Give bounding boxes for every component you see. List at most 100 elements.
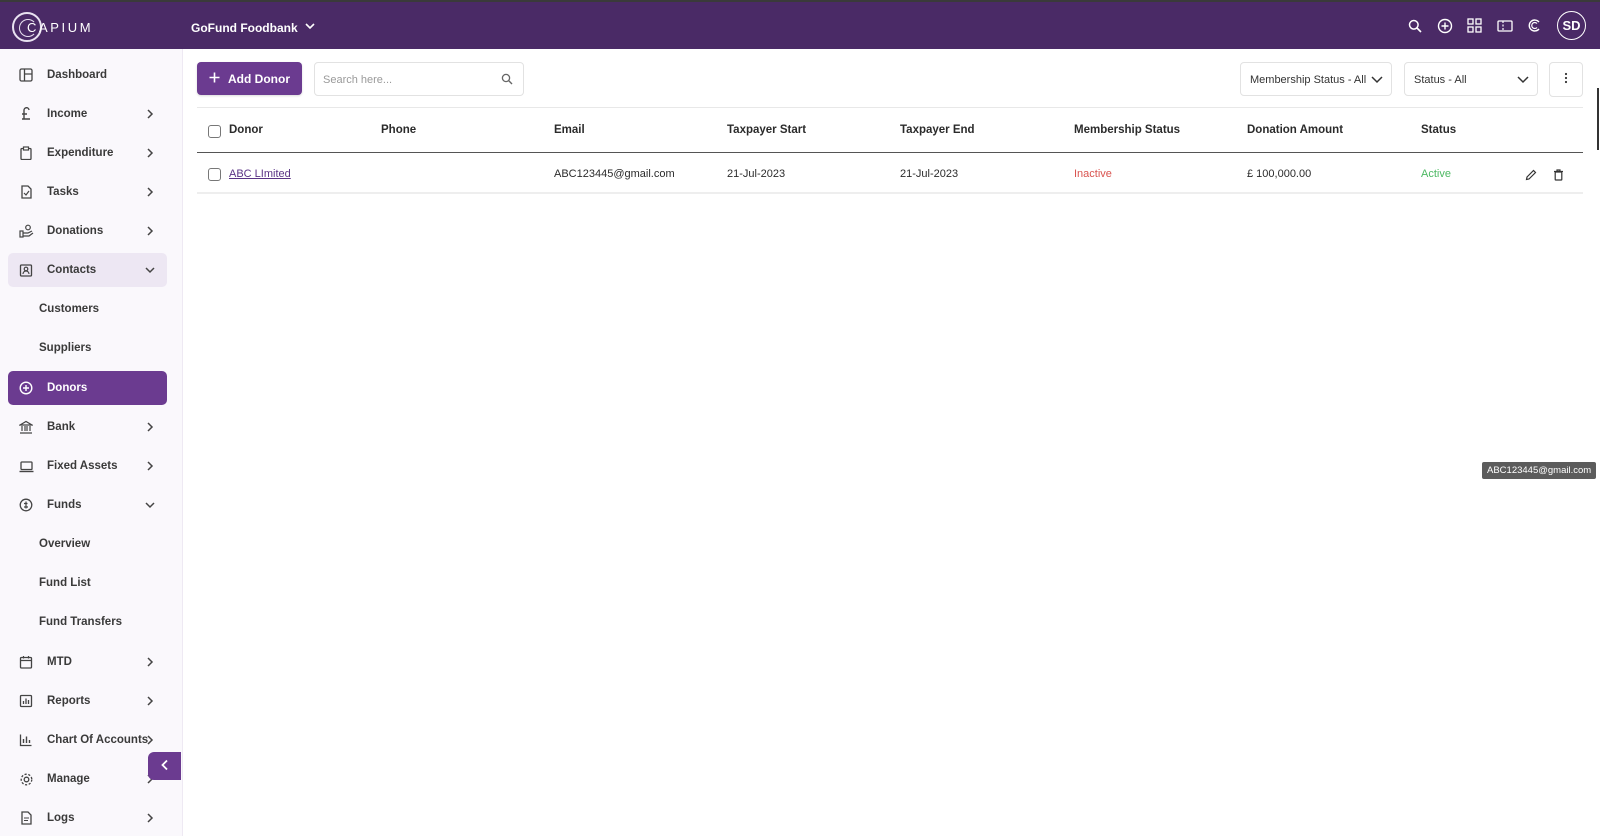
more-options-button[interactable] — [1549, 62, 1583, 97]
sidebar-item-suppliers[interactable]: Suppliers — [39, 342, 91, 354]
cell-membership-status: Inactive — [1074, 168, 1112, 180]
sidebar-item-income[interactable]: Income — [8, 97, 167, 131]
add-donor-label: Add Donor — [228, 71, 290, 86]
column-header-membership-status[interactable]: Membership Status — [1074, 124, 1180, 136]
more-vertical-icon — [1564, 72, 1568, 87]
chevron-right-icon — [143, 224, 157, 238]
column-header-email[interactable]: Email — [554, 124, 585, 136]
user-avatar[interactable]: SD — [1557, 11, 1586, 40]
sidebar-item-customers[interactable]: Customers — [39, 303, 99, 315]
add-circle-icon — [18, 380, 34, 396]
column-header-donor[interactable]: Donor — [229, 124, 263, 136]
table-top-border — [197, 107, 1583, 108]
sidebar-item-label: Reports — [47, 695, 91, 707]
pound-icon — [18, 106, 34, 122]
sidebar-item-label: MTD — [47, 656, 72, 668]
dashboard-icon — [18, 67, 34, 83]
add-donor-button[interactable]: Add Donor — [197, 62, 302, 95]
delete-icon[interactable] — [1551, 168, 1565, 182]
sidebar-item-label: Funds — [47, 499, 82, 511]
collapse-sidebar-button[interactable] — [148, 752, 181, 780]
table-row-divider — [197, 192, 1583, 194]
organisation-switcher[interactable]: GoFund Foodbank — [191, 20, 316, 35]
sidebar-item-label: Expenditure — [47, 147, 114, 159]
email-tooltip: ABC123445@gmail.com — [1482, 462, 1597, 479]
row-checkbox[interactable] — [208, 168, 221, 181]
sidebar-item-donations[interactable]: Donations — [8, 214, 167, 248]
sidebar-item-manage[interactable]: Manage — [8, 762, 167, 796]
chevron-right-icon — [143, 185, 157, 199]
column-header-status[interactable]: Status — [1421, 124, 1456, 136]
sidebar-item-donors[interactable]: Donors — [8, 371, 167, 405]
sidebar-item-reports[interactable]: Reports — [8, 684, 167, 718]
table-header-divider — [197, 152, 1583, 153]
select-all-checkbox[interactable] — [208, 125, 221, 138]
chevron-right-icon — [143, 811, 157, 825]
chevron-right-icon — [143, 146, 157, 160]
sidebar-item-fixed-assets[interactable]: Fixed Assets — [8, 449, 167, 483]
sidebar-item-bank[interactable]: Bank — [8, 410, 167, 444]
sidebar-item-fund-transfers[interactable]: Fund Transfers — [39, 616, 122, 628]
report-icon — [18, 693, 34, 709]
organisation-name: GoFund Foodbank — [191, 20, 298, 35]
logo-text: CAPIUM — [27, 20, 94, 35]
sidebar-item-label: Fixed Assets — [47, 460, 118, 472]
cell-email: ABC123445@gmail.com — [554, 168, 675, 180]
chevron-down-icon — [1517, 74, 1529, 87]
column-header-taxpayer-end[interactable]: Taxpayer End — [900, 124, 975, 136]
sidebar-item-label: Donors — [47, 382, 88, 394]
chevron-right-icon — [143, 107, 157, 121]
laptop-icon — [18, 458, 34, 474]
membership-status-filter[interactable]: Membership Status - All — [1240, 62, 1392, 96]
sidebar-item-mtd[interactable]: MTD — [8, 645, 167, 679]
contacts-icon — [18, 262, 34, 278]
sidebar-item-logs[interactable]: Logs — [8, 801, 167, 835]
cell-status: Active — [1421, 168, 1451, 180]
plus-icon — [209, 72, 220, 86]
sidebar-item-contacts[interactable]: Contacts — [8, 253, 167, 287]
chevron-right-icon — [143, 655, 157, 669]
sidebar: Dashboard Income Expenditure Tasks Donat… — [0, 49, 183, 836]
edit-icon[interactable] — [1524, 168, 1538, 182]
chevron-right-icon — [143, 694, 157, 708]
sidebar-item-label: Manage — [47, 773, 90, 785]
sidebar-item-tasks[interactable]: Tasks — [8, 175, 167, 209]
sidebar-item-overview[interactable]: Overview — [39, 538, 90, 550]
sidebar-item-label: Contacts — [47, 264, 97, 276]
capium-icon[interactable] — [1525, 16, 1544, 35]
sidebar-item-label: Tasks — [47, 186, 79, 198]
sidebar-item-label: Bank — [47, 421, 76, 433]
task-icon — [18, 184, 34, 200]
sidebar-item-fund-list[interactable]: Fund List — [39, 577, 91, 589]
cell-taxpayer-end: 21-Jul-2023 — [900, 168, 959, 180]
column-header-taxpayer-start[interactable]: Taxpayer Start — [727, 124, 806, 136]
sidebar-item-expenditure[interactable]: Expenditure — [8, 136, 167, 170]
gear-icon — [18, 771, 34, 787]
sidebar-item-label: Logs — [47, 812, 75, 824]
apps-grid-icon[interactable] — [1465, 16, 1484, 35]
funds-icon — [18, 497, 34, 513]
chevron-right-icon — [143, 420, 157, 434]
sidebar-item-funds[interactable]: Funds — [8, 488, 167, 522]
search-icon[interactable] — [1405, 16, 1424, 35]
sidebar-item-chart-of-accounts[interactable]: Chart Of Accounts — [8, 723, 167, 757]
chevron-down-icon — [143, 498, 157, 512]
search-icon[interactable] — [501, 73, 513, 88]
search-input[interactable] — [323, 71, 493, 89]
chevron-right-icon — [143, 733, 157, 747]
chart-icon — [18, 732, 34, 748]
cell-taxpayer-start: 21-Jul-2023 — [727, 168, 786, 180]
donor-name-link[interactable]: ABC LImited — [229, 168, 291, 180]
add-circle-icon[interactable] — [1435, 16, 1454, 35]
chevron-right-icon — [143, 459, 157, 473]
column-header-donation-amount[interactable]: Donation Amount — [1247, 124, 1343, 136]
status-filter[interactable]: Status - All — [1404, 62, 1538, 96]
sidebar-item-label: Dashboard — [47, 69, 108, 81]
column-header-phone[interactable]: Phone — [381, 124, 416, 136]
capium-logo[interactable]: CAPIUM — [12, 12, 91, 42]
search-box — [314, 62, 524, 96]
ticket-icon[interactable] — [1495, 16, 1514, 35]
scrollbar[interactable] — [1597, 88, 1599, 150]
top-bar: CAPIUM GoFund Foodbank SD — [0, 0, 1600, 49]
sidebar-item-dashboard[interactable]: Dashboard — [8, 58, 167, 92]
